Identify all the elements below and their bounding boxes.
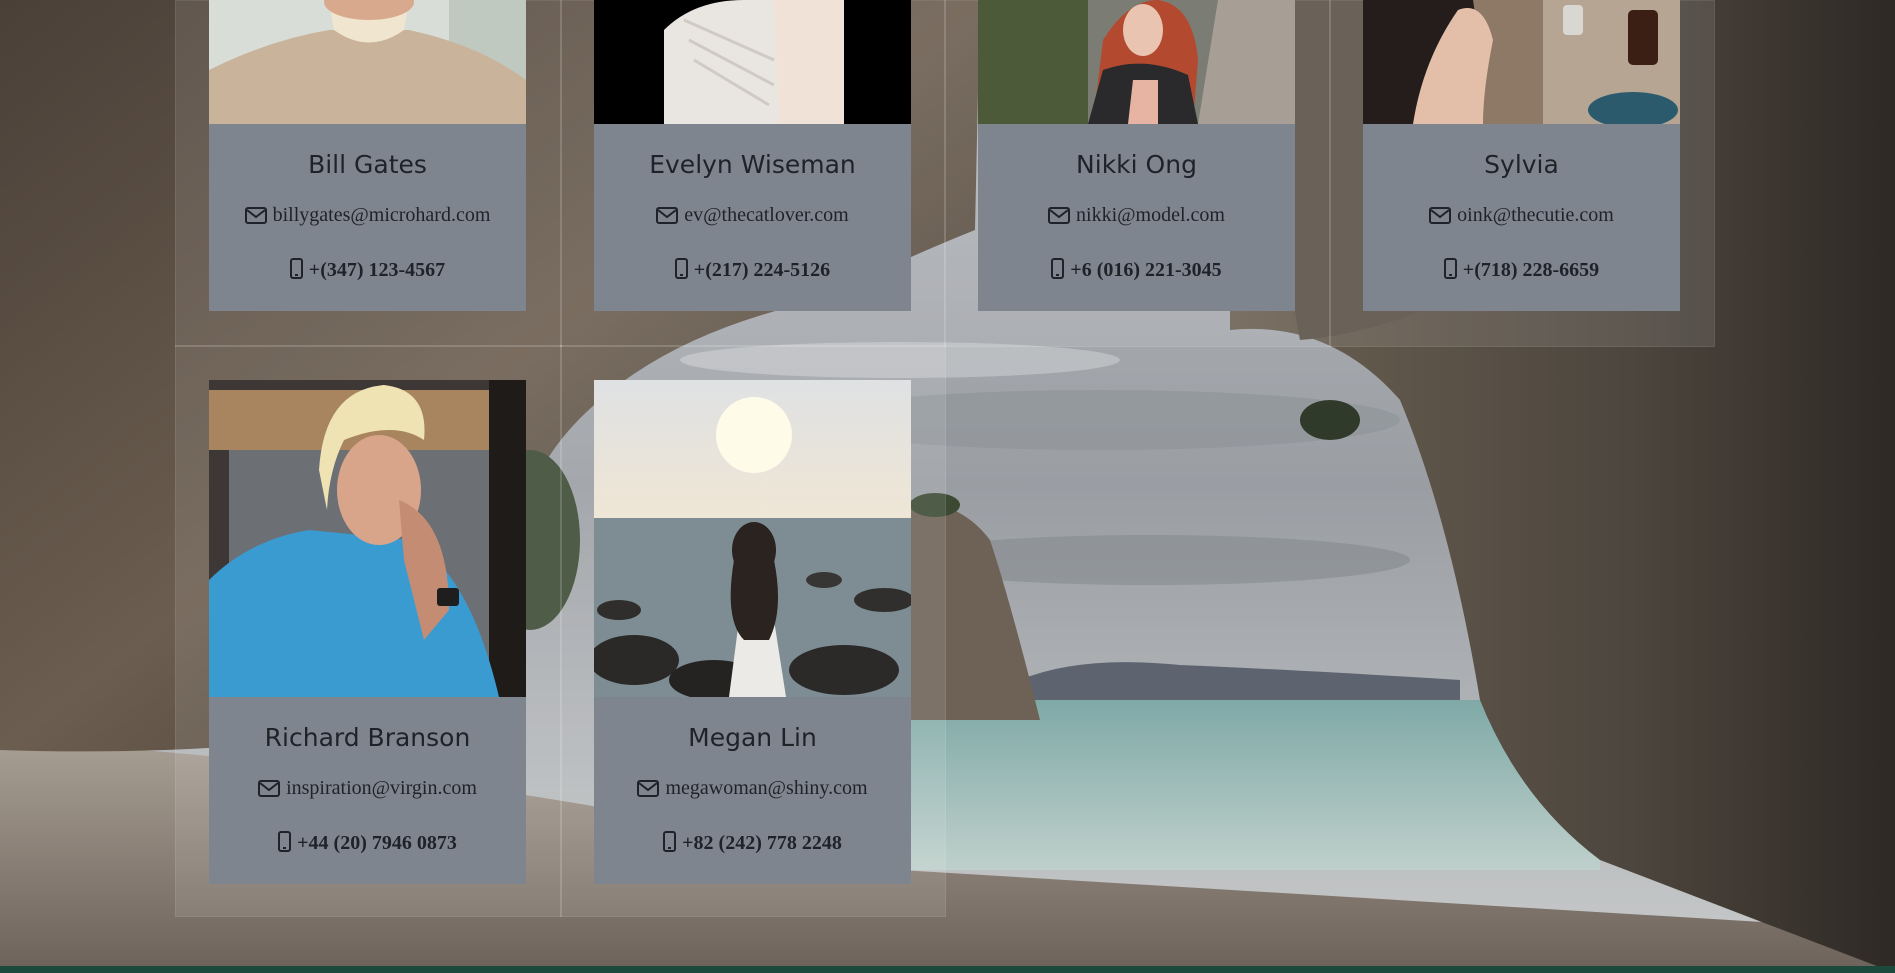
contact-email[interactable]: oink@thecutie.com bbox=[1363, 204, 1680, 227]
contact-email[interactable]: billygates@microhard.com bbox=[209, 204, 526, 227]
contact-photo bbox=[594, 0, 911, 124]
contact-phone[interactable]: +44 (20) 7946 0873 bbox=[209, 831, 526, 855]
contact-card[interactable]: Richard Branson inspiration@virgin.com +… bbox=[209, 380, 526, 884]
phone-text: +(347) 123-4567 bbox=[308, 259, 446, 281]
envelope-icon bbox=[656, 207, 679, 224]
contact-photo bbox=[209, 0, 526, 124]
email-text: inspiration@virgin.com bbox=[286, 777, 477, 799]
envelope-icon bbox=[637, 780, 660, 797]
contact-email[interactable]: ev@thecatlover.com bbox=[594, 204, 911, 227]
contact-name: Nikki Ong bbox=[1076, 150, 1197, 179]
contact-phone[interactable]: +(718) 228-6659 bbox=[1363, 258, 1680, 282]
contact-name: Megan Lin bbox=[688, 723, 817, 752]
email-text: ev@thecatlover.com bbox=[684, 204, 849, 226]
contact-name: Bill Gates bbox=[308, 150, 427, 179]
contact-email[interactable]: megawoman@shiny.com bbox=[594, 777, 911, 800]
phone-text: +(217) 224-5126 bbox=[693, 259, 831, 281]
contact-info: Richard Branson inspiration@virgin.com +… bbox=[209, 697, 526, 884]
mobile-phone-icon bbox=[663, 831, 677, 852]
contact-name: Evelyn Wiseman bbox=[649, 150, 856, 179]
mobile-phone-icon bbox=[674, 258, 688, 279]
contact-photo bbox=[594, 380, 911, 697]
email-text: nikki@model.com bbox=[1076, 204, 1225, 226]
contact-info: Nikki Ong nikki@model.com +6 (016) 221-3… bbox=[978, 124, 1295, 311]
contact-card[interactable]: Sylvia oink@thecutie.com +(718) 228-6659 bbox=[1363, 0, 1680, 311]
email-text: billygates@microhard.com bbox=[272, 204, 491, 226]
envelope-icon bbox=[258, 780, 281, 797]
contact-photo bbox=[209, 380, 526, 697]
phone-text: +(718) 228-6659 bbox=[1462, 259, 1600, 281]
contact-photo bbox=[1363, 0, 1680, 124]
contact-card[interactable]: Nikki Ong nikki@model.com +6 (016) 221-3… bbox=[978, 0, 1295, 311]
contact-info: Sylvia oink@thecutie.com +(718) 228-6659 bbox=[1363, 124, 1680, 311]
contact-email[interactable]: inspiration@virgin.com bbox=[209, 777, 526, 800]
contact-email[interactable]: nikki@model.com bbox=[978, 204, 1295, 227]
phone-text: +6 (016) 221-3045 bbox=[1070, 259, 1222, 281]
email-text: megawoman@shiny.com bbox=[665, 777, 868, 799]
mobile-phone-icon bbox=[1051, 258, 1065, 279]
contact-phone[interactable]: +6 (016) 221-3045 bbox=[978, 258, 1295, 282]
mobile-phone-icon bbox=[1443, 258, 1457, 279]
contact-card[interactable]: Bill Gates billygates@microhard.com +(34… bbox=[209, 0, 526, 311]
contact-phone[interactable]: +(347) 123-4567 bbox=[209, 258, 526, 282]
contact-name: Sylvia bbox=[1484, 150, 1559, 179]
phone-text: +44 (20) 7946 0873 bbox=[297, 832, 457, 854]
contact-name: Richard Branson bbox=[264, 723, 471, 752]
contact-card[interactable]: Evelyn Wiseman ev@thecatlover.com +(217)… bbox=[594, 0, 911, 311]
mobile-phone-icon bbox=[278, 831, 292, 852]
bottom-strip bbox=[0, 966, 1895, 973]
contact-phone[interactable]: +82 (242) 778 2248 bbox=[594, 831, 911, 855]
envelope-icon bbox=[1429, 207, 1452, 224]
contact-card[interactable]: Megan Lin megawoman@shiny.com +82 (242) … bbox=[594, 380, 911, 884]
envelope-icon bbox=[244, 207, 267, 224]
contact-photo bbox=[978, 0, 1295, 124]
envelope-icon bbox=[1048, 207, 1071, 224]
mobile-phone-icon bbox=[289, 258, 303, 279]
contact-phone[interactable]: +(217) 224-5126 bbox=[594, 258, 911, 282]
contact-info: Megan Lin megawoman@shiny.com +82 (242) … bbox=[594, 697, 911, 884]
phone-text: +82 (242) 778 2248 bbox=[682, 832, 842, 854]
contact-info: Evelyn Wiseman ev@thecatlover.com +(217)… bbox=[594, 124, 911, 311]
contact-info: Bill Gates billygates@microhard.com +(34… bbox=[209, 124, 526, 311]
email-text: oink@thecutie.com bbox=[1457, 204, 1614, 226]
